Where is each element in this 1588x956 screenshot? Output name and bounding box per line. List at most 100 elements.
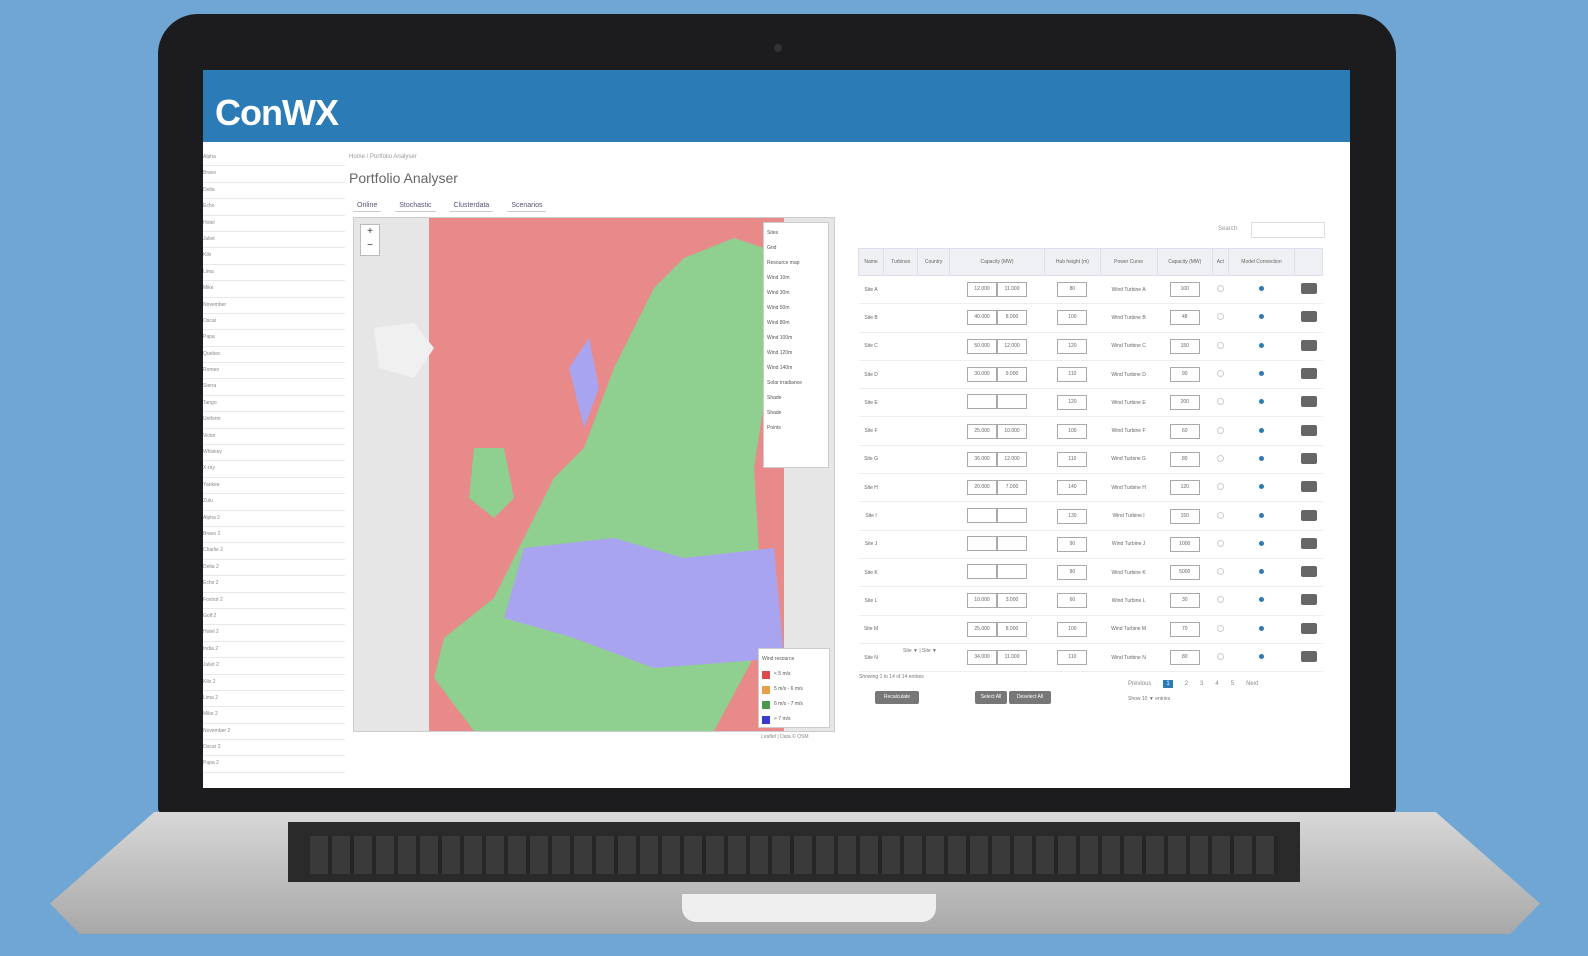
map-attribution[interactable]: Leaflet | Data © OSM [761, 734, 809, 740]
recalculate-button[interactable]: Recalculate [875, 691, 919, 704]
capacity-input-min[interactable] [967, 535, 998, 551]
sidebar-item[interactable]: Tango [203, 396, 345, 413]
active-radio[interactable] [1216, 596, 1224, 604]
power-curve-cell[interactable]: Wind Turbine H [1100, 473, 1158, 503]
capacity-input-max[interactable]: 12.000 [997, 451, 1028, 467]
sidebar-item[interactable]: Golf 2 [203, 609, 345, 626]
power-curve-cell[interactable]: Wind Turbine M [1100, 615, 1158, 644]
table-row[interactable]: Site L 10.000 3.000 60 Wind Turbine L 30 [858, 586, 1323, 616]
hub-height-input[interactable]: 110 [1057, 650, 1088, 665]
row-action-button[interactable] [1300, 339, 1317, 351]
hub-height-input[interactable]: 100 [1057, 621, 1088, 637]
sidebar-item[interactable]: Juliet [203, 232, 345, 249]
column-header[interactable]: Name [857, 248, 885, 276]
model-radio[interactable] [1258, 371, 1264, 377]
hub-height-input[interactable]: 80 [1057, 282, 1088, 298]
logo[interactable]: ConWX [215, 92, 339, 134]
sidebar-item[interactable]: Hotel 2 [203, 625, 345, 642]
capacity-input-max[interactable]: 11.000 [997, 282, 1028, 298]
active-radio[interactable] [1216, 483, 1224, 491]
layer-control[interactable]: Sites Grid Resource map Wind 10m Wind 30m Win… [763, 222, 829, 468]
layer-option[interactable]: Wind 120m [767, 346, 825, 361]
capacity-input-min[interactable]: 34.000 [967, 650, 998, 665]
row-action-button[interactable] [1300, 283, 1317, 295]
table-row[interactable]: Site A 12.000 11.000 80 Wind Turbine A 100 [858, 275, 1323, 305]
sidebar-item[interactable]: Victor [203, 429, 345, 446]
sidebar-item[interactable]: X-ray [203, 461, 345, 478]
sidebar-item[interactable]: Papa 2 [203, 756, 345, 773]
capacity-input-min[interactable]: 25.000 [967, 423, 998, 439]
column-header[interactable]: Capacity (MW) [1156, 248, 1213, 276]
row-action-button[interactable] [1300, 651, 1317, 662]
sidebar-item[interactable]: Foxtrot 2 [203, 593, 345, 609]
search-input[interactable] [1251, 222, 1325, 238]
model-radio[interactable] [1258, 455, 1264, 461]
power-curve-cell[interactable]: Wind Turbine C [1100, 332, 1158, 361]
tab-stochastic[interactable]: Stochastic [395, 200, 436, 212]
zoom-in-button[interactable]: + [361, 225, 379, 239]
sidebar-item[interactable]: Quebec [203, 347, 345, 364]
layer-option[interactable]: Wind 140m [767, 361, 825, 376]
model-radio[interactable] [1258, 540, 1264, 546]
hub-height-input[interactable]: 120 [1057, 338, 1088, 354]
layer-option[interactable]: Wind 50m [767, 301, 825, 316]
capacity-input-min[interactable] [967, 507, 998, 523]
sidebar-item[interactable]: Oscar 2 [203, 740, 345, 757]
power-curve-cell[interactable]: Wind Turbine K [1100, 558, 1158, 588]
sidebar-item[interactable]: Kilo [203, 248, 345, 265]
power-curve-cell[interactable]: Wind Turbine G [1100, 445, 1158, 475]
capacity-input-min[interactable]: 40.000 [967, 310, 998, 326]
row-action-button[interactable] [1300, 622, 1317, 634]
select-all-button[interactable]: Select All [975, 691, 1007, 704]
mw-input[interactable]: 5000 [1169, 565, 1200, 581]
mw-input[interactable]: 120 [1169, 480, 1200, 496]
sidebar-item[interactable]: Delta 2 [203, 560, 345, 577]
layer-option[interactable]: Wind 30m [767, 286, 825, 301]
table-row[interactable]: Site C 50.000 12.000 120 Wind Turbine C 150 [858, 332, 1323, 361]
active-radio[interactable] [1216, 285, 1224, 293]
page-link[interactable]: 1 [1163, 680, 1173, 688]
mw-input[interactable]: 100 [1169, 282, 1200, 298]
model-radio[interactable] [1258, 625, 1264, 631]
deselect-all-button[interactable]: Deselect All [1009, 691, 1051, 704]
hub-height-input[interactable]: 140 [1057, 480, 1088, 496]
capacity-input-min[interactable]: 12.000 [967, 282, 998, 298]
page-link[interactable]: Previous [1128, 681, 1151, 687]
mw-input[interactable]: 30 [1169, 593, 1200, 609]
column-header[interactable]: Country [917, 248, 950, 276]
model-radio[interactable] [1258, 399, 1264, 405]
sidebar-item[interactable]: Mike [203, 281, 345, 298]
sidebar-item[interactable]: Charlie 2 [203, 543, 345, 560]
sidebar-item[interactable]: Juliet 2 [203, 658, 345, 675]
table-row[interactable]: Site K 80 Wind Turbine K 5000 [858, 558, 1323, 588]
active-radio[interactable] [1216, 539, 1224, 547]
hub-height-input[interactable]: 100 [1057, 423, 1088, 439]
model-radio[interactable] [1258, 484, 1264, 490]
power-curve-cell[interactable]: Wind Turbine D [1100, 360, 1158, 390]
column-header[interactable]: Hub height (m) [1044, 248, 1101, 276]
active-radio[interactable] [1216, 454, 1224, 462]
sidebar-item[interactable]: Zulu [203, 494, 345, 511]
table-row[interactable]: Site B 40.000 8.000 100 Wind Turbine B 48 [858, 303, 1323, 333]
sidebar-item[interactable]: Mike 2 [203, 707, 345, 724]
capacity-input-min[interactable]: 30.000 [967, 367, 998, 383]
active-radio[interactable] [1216, 341, 1224, 349]
active-radio[interactable] [1216, 653, 1224, 660]
hub-height-input[interactable]: 130 [1057, 508, 1088, 524]
mw-input[interactable]: 80 [1169, 451, 1200, 467]
column-header[interactable]: Act [1211, 248, 1229, 276]
layer-option[interactable]: Wind 10m [767, 271, 825, 286]
active-radio[interactable] [1216, 624, 1224, 632]
capacity-input-max[interactable] [997, 394, 1028, 410]
capacity-input-max[interactable] [997, 535, 1028, 551]
mw-input[interactable]: 200 [1169, 395, 1200, 411]
mw-input[interactable]: 70 [1169, 621, 1200, 637]
column-header[interactable] [1294, 248, 1323, 276]
sidebar-item[interactable]: Lima [203, 265, 345, 282]
sidebar-item[interactable]: Bravo 2 [203, 527, 345, 544]
sidebar-item[interactable]: Alpha [203, 150, 345, 167]
page-link[interactable]: 5 [1231, 681, 1234, 687]
layer-option[interactable]: Shade [767, 406, 825, 421]
table-row[interactable]: Site F 25.000 10.000 100 Wind Turbine F 60 [858, 416, 1323, 446]
power-curve-cell[interactable]: Wind Turbine F [1100, 416, 1158, 446]
